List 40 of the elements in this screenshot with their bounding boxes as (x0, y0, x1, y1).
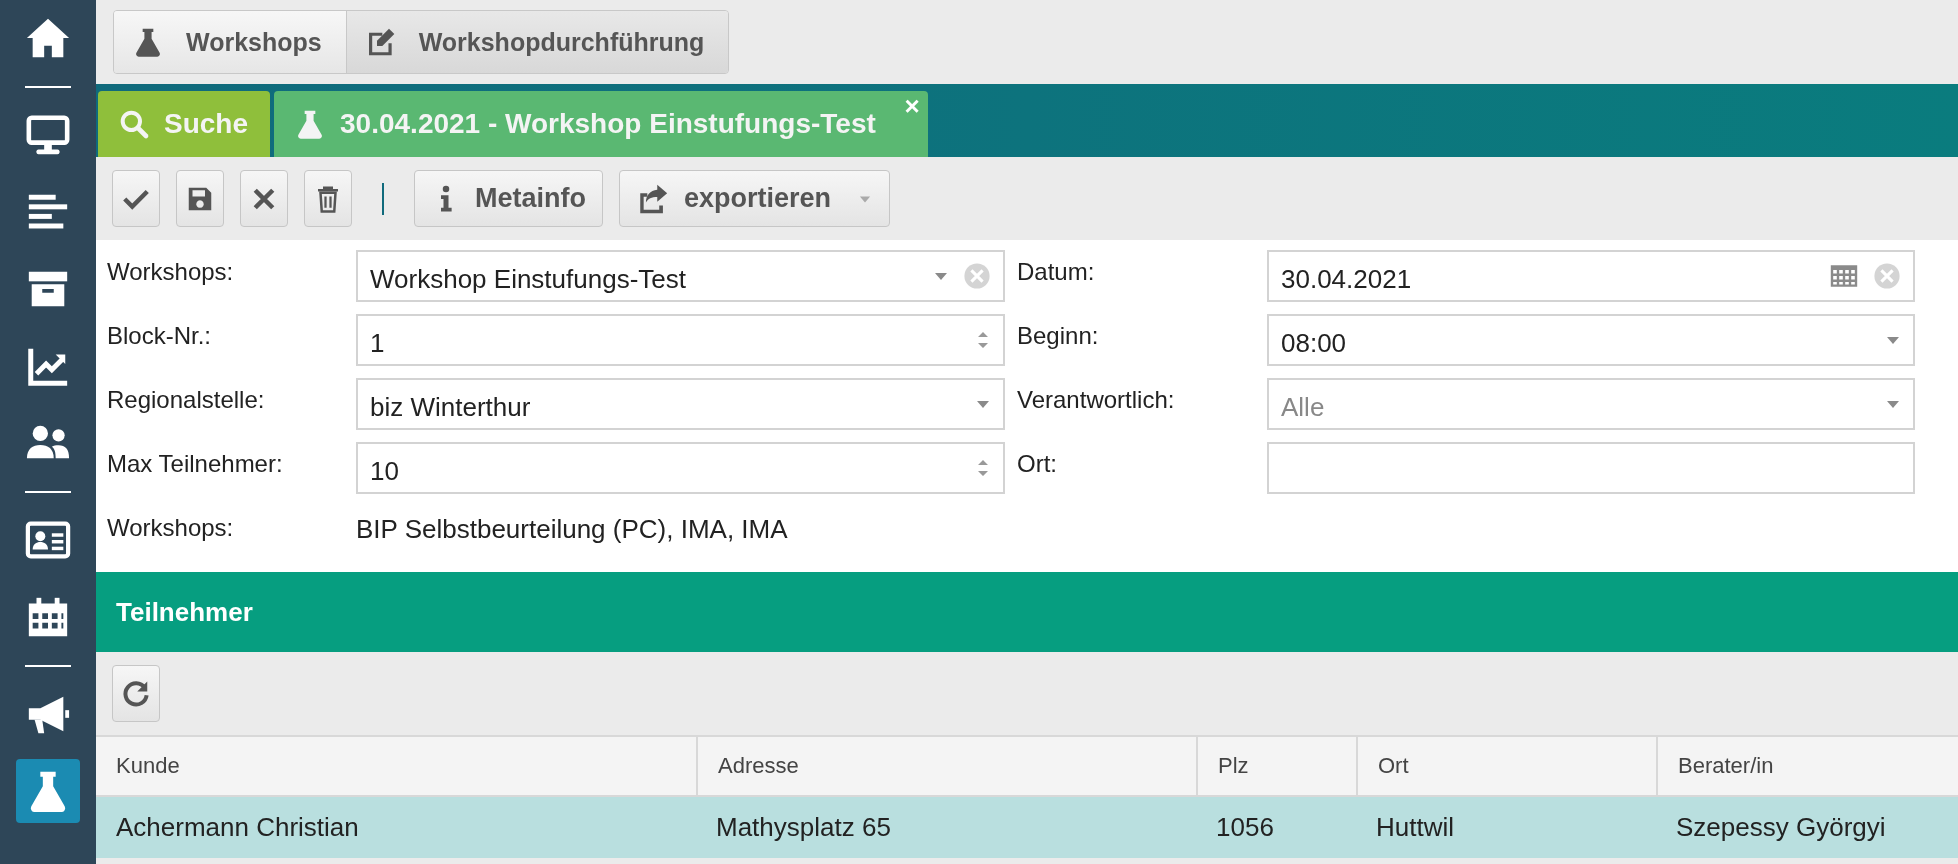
field-label: Workshops: (107, 513, 235, 543)
column-header[interactable]: Kunde (96, 737, 696, 795)
field-label: Ort: (1017, 449, 1058, 479)
number-field[interactable]: 10 (356, 442, 1005, 494)
field-label: Block-Nr.: (107, 321, 212, 351)
confirm-button[interactable] (112, 170, 160, 227)
column-header[interactable]: Adresse (696, 737, 1196, 795)
column-header[interactable]: Berater/in (1656, 737, 1958, 795)
search-icon (118, 108, 150, 140)
table-row[interactable]: Achermann Christian Mathysplatz 65 1056 Huttwil Szepessy Györgyi (96, 797, 1958, 858)
field-label: Max Teilnehmer: (107, 449, 284, 479)
field-value: BIP Selbstbeurteilung (PC), IMA, IMA (356, 513, 789, 546)
section-title: Teilnehmer (116, 596, 253, 628)
field-label: Verantwortlich: (1017, 385, 1176, 415)
breadcrumb-button[interactable]: Workshopdurchführung (346, 11, 729, 73)
breadcrumb-button[interactable]: Workshops (114, 11, 347, 73)
field-label: Datum: (1017, 257, 1096, 287)
table-cell-text: Huttwil (1375, 811, 1455, 844)
table-cell-text: Szepessy Györgyi (1675, 811, 1887, 844)
dropdown-field[interactable]: biz Winterthur (356, 378, 1005, 430)
table-cell-text: 1056 (1215, 811, 1275, 844)
number-field[interactable]: 1 (356, 314, 1005, 366)
refresh-button[interactable] (112, 665, 160, 722)
metainfo-button[interactable]: Metainfo (414, 170, 603, 227)
delete-button[interactable] (304, 170, 352, 227)
export-button[interactable]: exportieren (619, 170, 891, 227)
dropdown-field[interactable]: Alle (1267, 378, 1915, 430)
text-field[interactable] (1267, 442, 1915, 494)
column-header[interactable]: Ort (1356, 737, 1656, 795)
table-cell-text: Mathysplatz 65 (715, 811, 892, 844)
workshop-dropdown[interactable]: Workshop Einstufungs-Test (356, 250, 1005, 302)
column-header[interactable]: Plz (1196, 737, 1356, 795)
field-label: Workshops: (107, 257, 235, 287)
refresh-icon (121, 678, 151, 709)
field-label: Regionalstelle: (107, 385, 266, 415)
table-cell-text: Achermann Christian (115, 811, 360, 844)
field-label: Beginn: (1017, 321, 1100, 351)
cancel-button[interactable] (240, 170, 288, 227)
dropdown-field[interactable]: 08:00 (1267, 314, 1915, 366)
save-button[interactable] (176, 170, 224, 227)
